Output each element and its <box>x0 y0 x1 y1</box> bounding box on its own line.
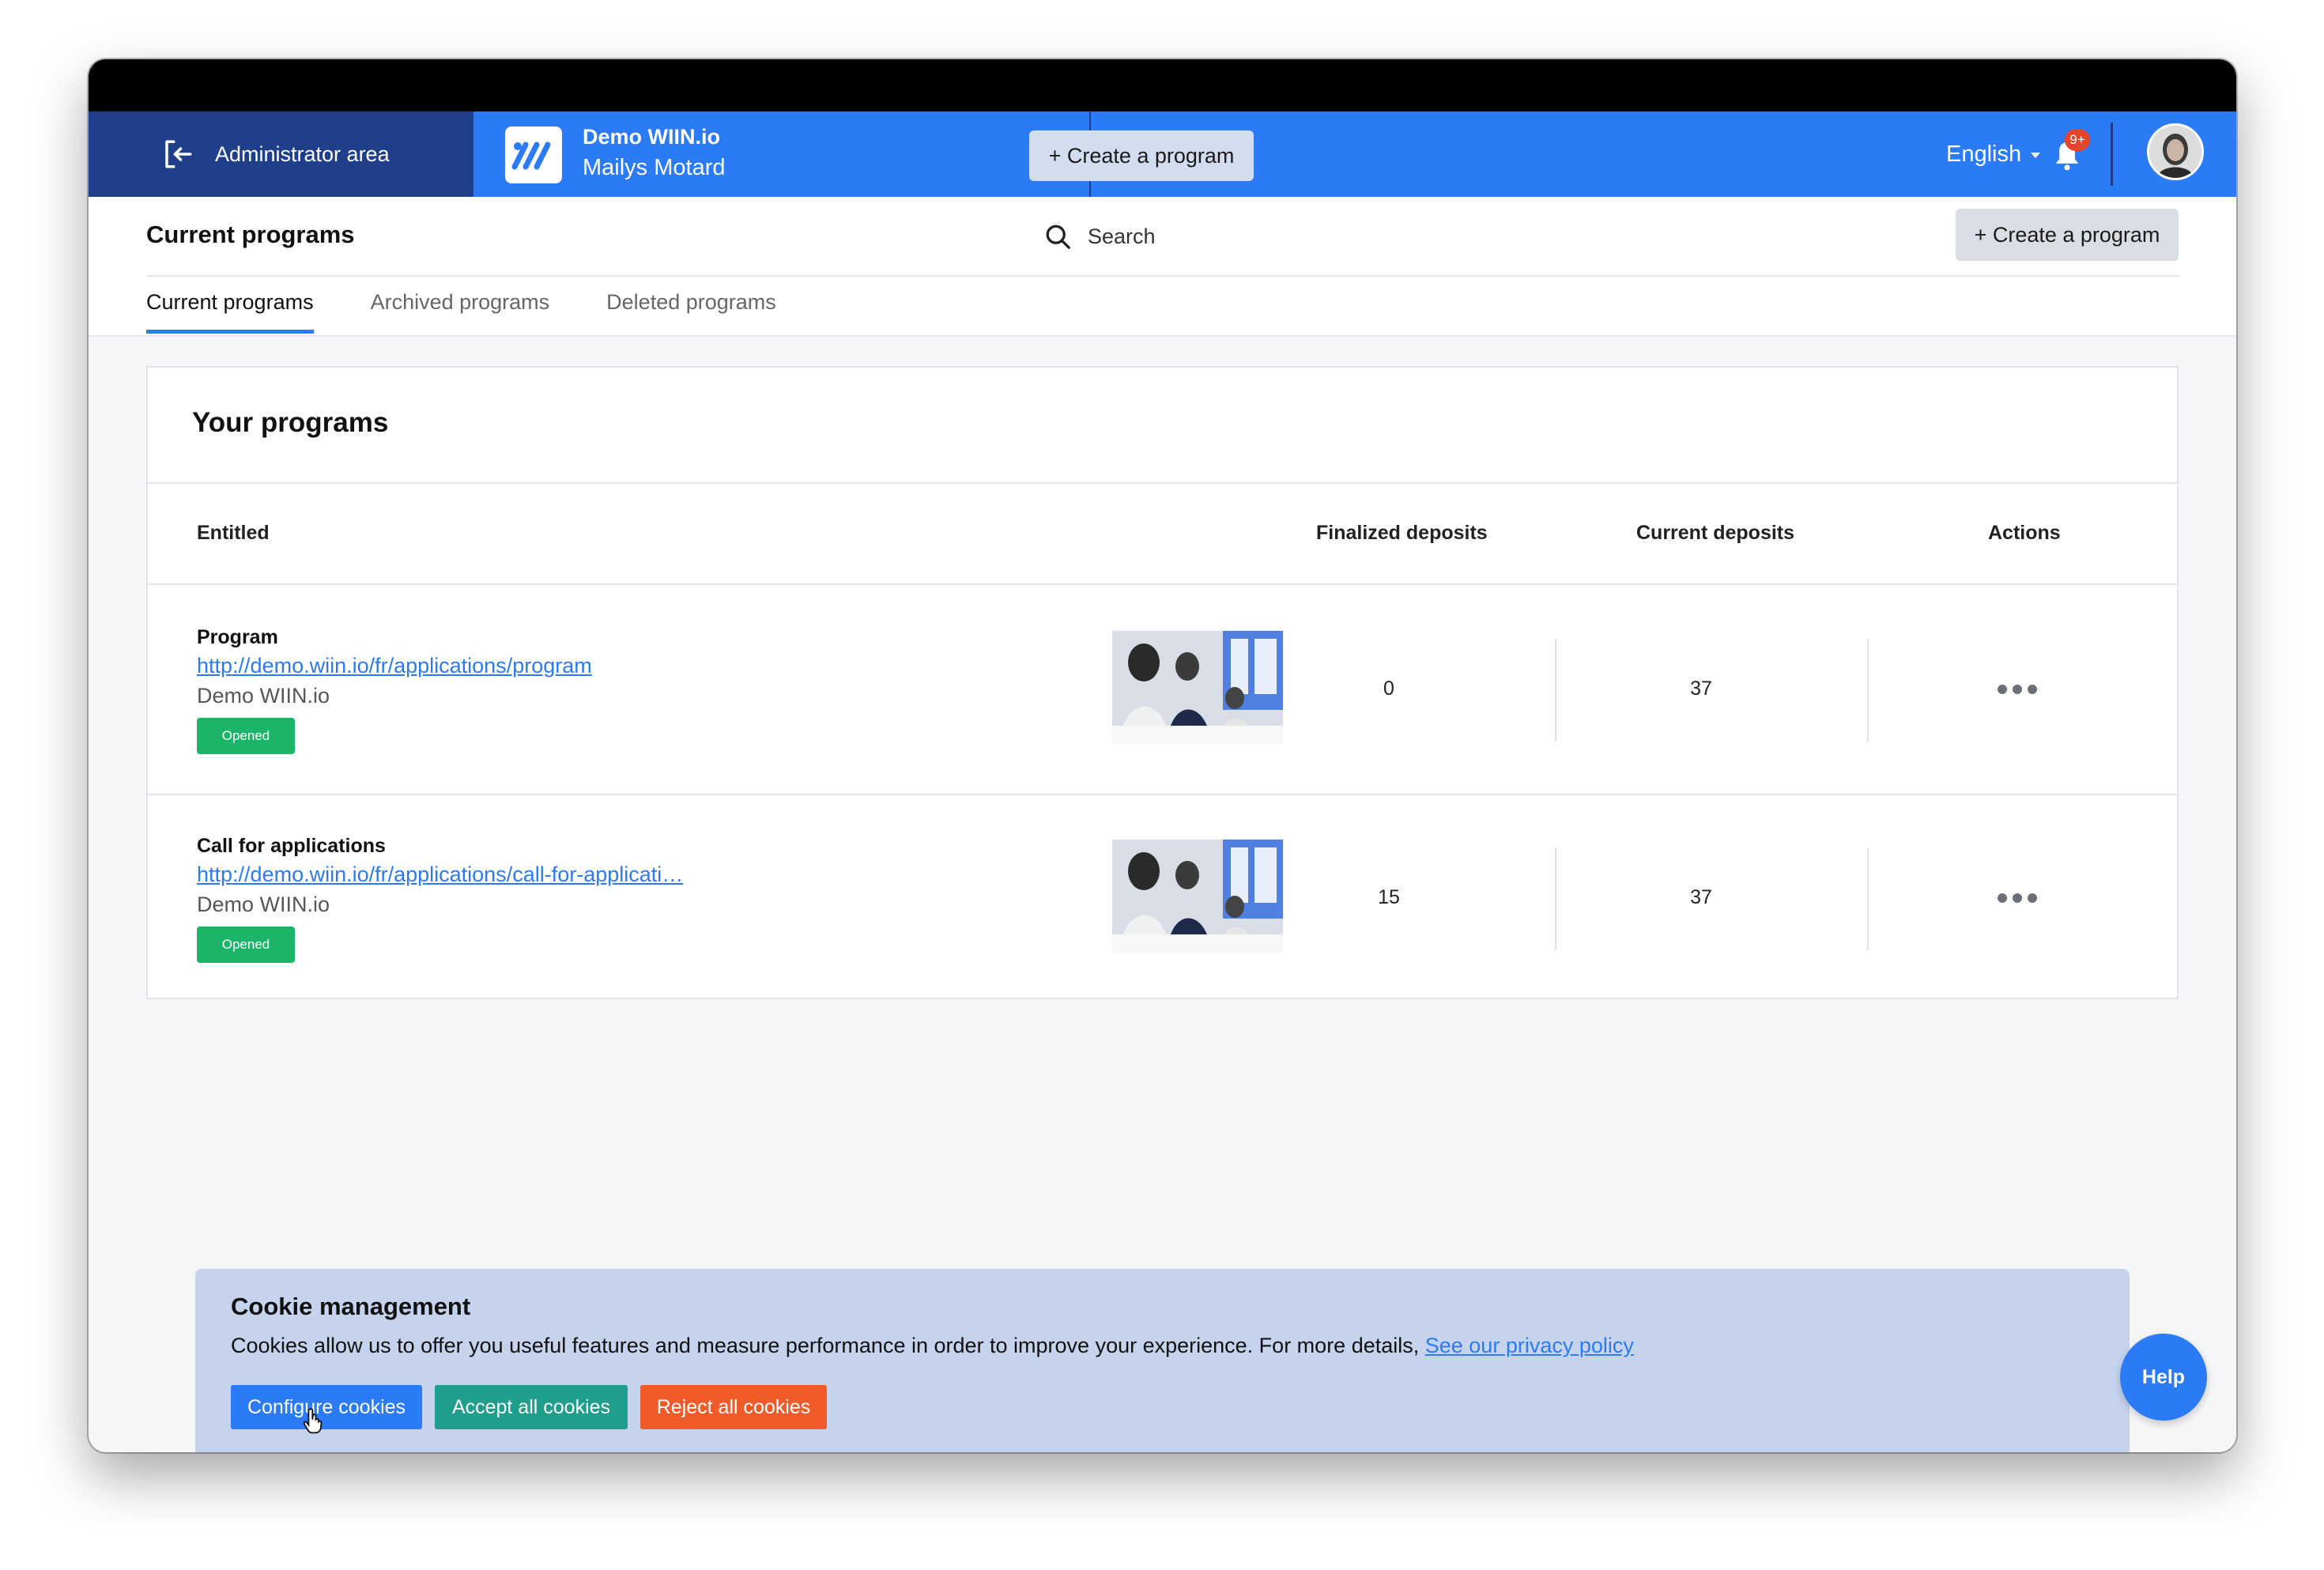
app-window: Administrator area Demo WIIN.io Mailys M… <box>89 59 2236 1452</box>
create-program-button[interactable]: + Create a program <box>1956 209 2179 261</box>
program-name: Call for applications <box>197 835 386 857</box>
cookie-banner: Cookie management Cookies allow us to of… <box>195 1269 2130 1452</box>
column-finalized-deposits: Finalized deposits <box>1316 522 1488 544</box>
program-tabs: Current programs Archived programs Delet… <box>146 290 833 334</box>
program-link[interactable]: http://demo.wiin.io/fr/applications/call… <box>197 862 683 887</box>
avatar[interactable] <box>2147 123 2204 180</box>
tab-deleted-programs[interactable]: Deleted programs <box>606 290 776 332</box>
column-actions: Actions <box>1988 522 2061 544</box>
current-deposits: 37 <box>1690 886 1712 908</box>
table-row: Call for applications http://demo.wiin.i… <box>148 794 2177 1001</box>
column-current-deposits: Current deposits <box>1636 522 1795 544</box>
caret-down-icon <box>2031 152 2041 158</box>
wiin-logo <box>505 126 562 183</box>
title-bar <box>89 59 2236 111</box>
organization-switcher[interactable]: Demo WIIN.io Mailys Motard <box>472 111 1091 197</box>
language-selector[interactable]: English <box>1946 142 2043 168</box>
notification-badge: 9+ <box>2065 129 2090 151</box>
column-separator <box>1867 639 1869 742</box>
cookie-text: Cookies allow us to offer you useful fea… <box>231 1334 1425 1357</box>
search-input[interactable] <box>1088 224 1562 249</box>
more-actions-icon[interactable] <box>1998 882 2037 914</box>
top-nav: Administrator area Demo WIIN.io Mailys M… <box>89 111 2236 197</box>
program-link[interactable]: http://demo.wiin.io/fr/applications/prog… <box>197 654 592 678</box>
hand-cursor-icon <box>303 1408 323 1434</box>
card-title: Your programs <box>192 407 389 438</box>
more-actions-icon[interactable] <box>1998 674 2037 705</box>
admin-area-link[interactable]: Administrator area <box>89 111 472 197</box>
nav-divider <box>2111 123 2113 186</box>
org-user: Mailys Motard <box>583 155 726 180</box>
status-badge: Opened <box>197 927 295 963</box>
column-entitled: Entitled <box>197 522 270 544</box>
org-name: Demo WIIN.io <box>583 125 720 149</box>
column-separator <box>1555 847 1556 950</box>
page-header: Current programs + Create a program Curr… <box>89 197 2236 337</box>
tab-current-programs[interactable]: Current programs <box>146 290 314 334</box>
reject-cookies-button[interactable]: Reject all cookies <box>640 1385 827 1429</box>
language-label: English <box>1946 142 2022 167</box>
finalized-deposits: 0 <box>1383 677 1394 700</box>
tab-archived-programs[interactable]: Archived programs <box>371 290 550 332</box>
page-title: Current programs <box>146 221 355 248</box>
configure-cookies-button[interactable]: Configure cookies <box>231 1385 422 1429</box>
finalized-deposits: 15 <box>1378 886 1400 908</box>
search-icon <box>1046 225 1070 249</box>
admin-area-label: Administrator area <box>215 142 390 166</box>
programs-card: Your programs Entitled Finalized deposit… <box>146 366 2179 999</box>
search-bar[interactable] <box>1043 218 1755 255</box>
status-badge: Opened <box>197 718 295 754</box>
header-divider <box>146 275 2179 277</box>
column-separator <box>1867 847 1869 950</box>
table-header: Entitled Finalized deposits Current depo… <box>148 482 2177 585</box>
table-row: Program http://demo.wiin.io/fr/applicati… <box>148 587 2177 794</box>
accept-cookies-button[interactable]: Accept all cookies <box>435 1385 628 1429</box>
privacy-policy-link[interactable]: See our privacy policy <box>1425 1334 1634 1357</box>
program-thumbnail <box>1112 631 1283 744</box>
current-deposits: 37 <box>1690 677 1712 700</box>
column-separator <box>1555 639 1556 742</box>
exit-icon <box>165 140 192 168</box>
program-org: Demo WIIN.io <box>197 893 330 916</box>
cookie-description: Cookies allow us to offer you useful fea… <box>231 1334 1634 1358</box>
program-org: Demo WIIN.io <box>197 684 330 708</box>
help-button[interactable]: Help <box>2120 1334 2207 1421</box>
nav-create-program-button[interactable]: + Create a program <box>1029 130 1254 181</box>
program-thumbnail <box>1112 840 1283 953</box>
cookie-title: Cookie management <box>231 1293 471 1320</box>
program-name: Program <box>197 626 278 648</box>
